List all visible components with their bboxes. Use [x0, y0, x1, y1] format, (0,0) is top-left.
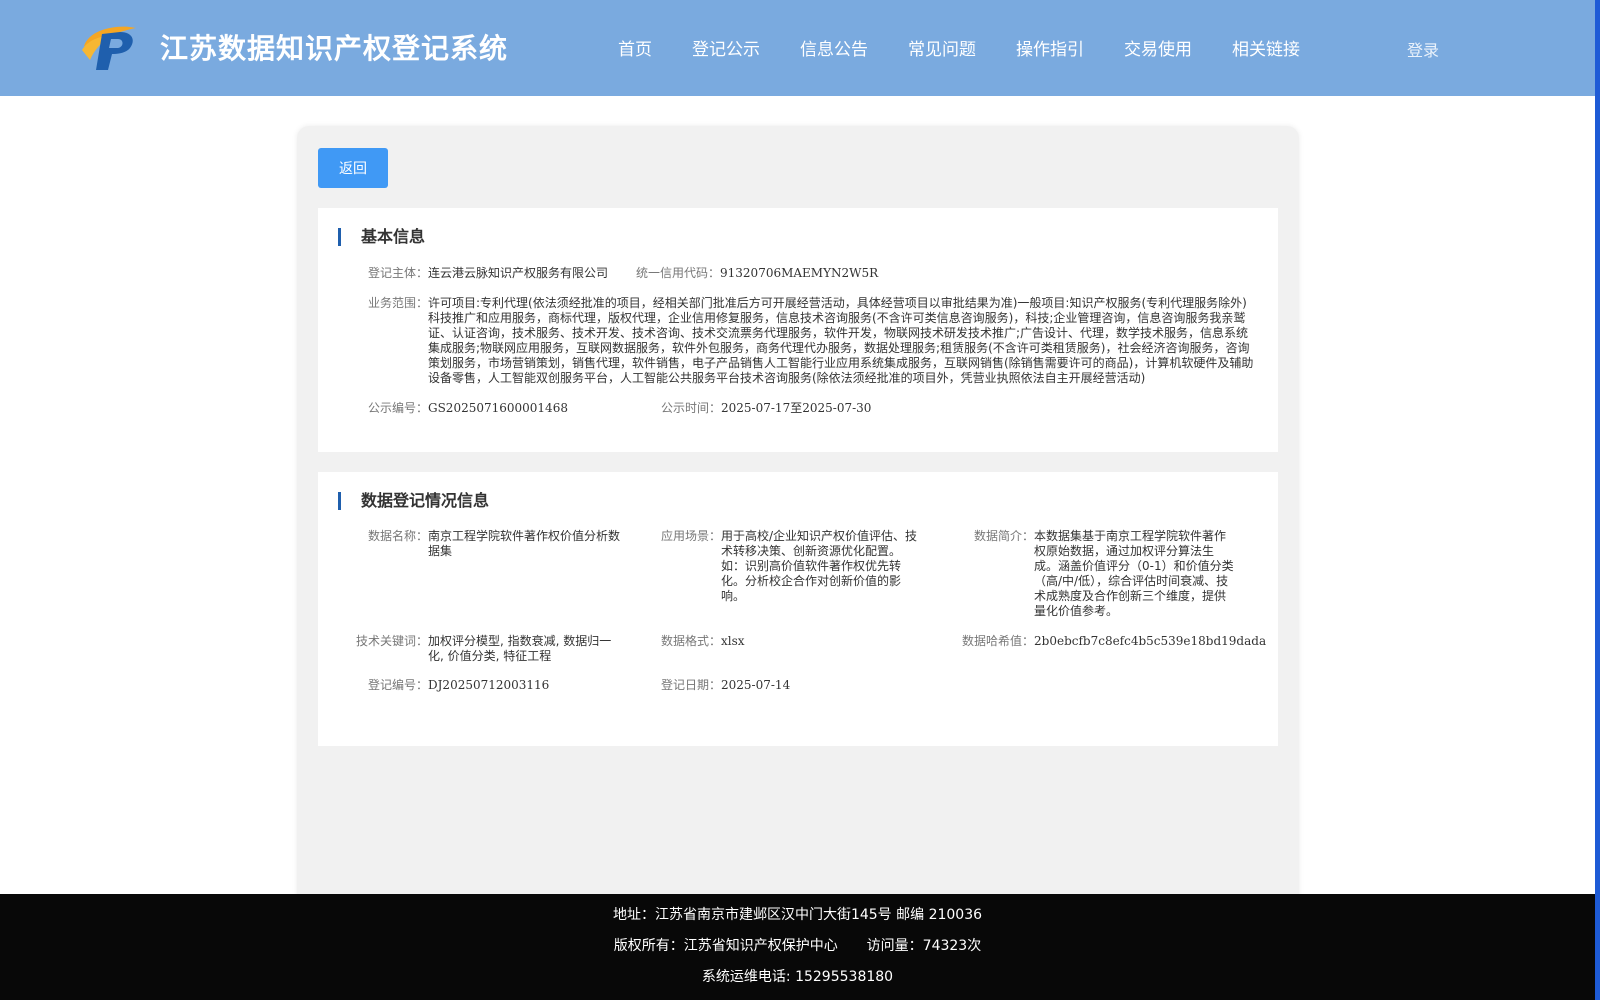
format-field: 数据格式： xlsx: [661, 634, 745, 649]
data-name-label: 数据名称：: [367, 529, 428, 543]
page-scrollbar[interactable]: [1595, 0, 1600, 1000]
reg-no-value: DJ20250712003116: [428, 678, 550, 692]
scene-field: 应用场景： 用于高校/企业知识产权价值评估、技术转移决策、创新资源优化配置。如：…: [661, 529, 919, 604]
notice-time-field: 公示时间： 2025-07-17 至 2025-07-30: [661, 401, 871, 416]
nav-home[interactable]: 首页: [618, 35, 652, 60]
data-info-card: 数据登记情况信息 数据名称： 南京工程学院软件著作权价值分析数据集 应用场景： …: [318, 472, 1278, 746]
main-nav: 首页 登记公示 信息公告 常见问题 操作指引 交易使用 相关链接: [618, 35, 1340, 60]
business-scope-value: 许可项目:专利代理(依法须经批准的项目，经相关部门批准后方可开展经营活动，具体经…: [428, 296, 1254, 385]
reg-no-label: 登记编号：: [367, 678, 428, 692]
nav-related-links[interactable]: 相关链接: [1232, 35, 1300, 60]
footer-copyright: 版权所有：江苏省知识产权保护中心: [613, 938, 838, 954]
subject-field: 登记主体： 连云港云脉知识产权服务有限公司: [348, 266, 608, 281]
notice-time-from: 2025-07-17: [721, 401, 791, 415]
detail-panel: 返回 基本信息 登记主体： 连云港云脉知识产权服务有限公司 统一信用代码： 91…: [297, 126, 1299, 926]
format-value: xlsx: [721, 634, 745, 648]
footer-copyright-line: 版权所有：江苏省知识产权保护中心 访问量：74323次: [0, 935, 1595, 955]
data-name-field: 数据名称： 南京工程学院软件著作权价值分析数据集: [348, 529, 626, 559]
business-scope-label: 业务范围：: [367, 296, 428, 310]
credit-code-value: 91320706MAEMYN2W5R: [720, 266, 879, 280]
keywords-value: 加权评分模型, 指数衰减, 数据归一化, 价值分类, 特征工程: [428, 634, 612, 663]
basic-info-title: 基本信息: [338, 228, 425, 246]
nav-info-announcement[interactable]: 信息公告: [800, 35, 868, 60]
nav-guide[interactable]: 操作指引: [1016, 35, 1084, 60]
notice-time-separator: 至: [790, 401, 803, 415]
site-footer: 地址：江苏省南京市建邺区汉中门大街145号 邮编 210036 版权所有：江苏省…: [0, 894, 1595, 1000]
reg-date-label: 登记日期：: [661, 678, 722, 692]
scene-label: 应用场景：: [661, 529, 722, 543]
intro-label: 数据简介：: [974, 529, 1035, 543]
site-title: 江苏数据知识产权登记系统: [160, 32, 509, 65]
login-link[interactable]: 登录: [1407, 37, 1439, 61]
data-info-title: 数据登记情况信息: [338, 492, 489, 510]
data-name-value: 南京工程学院软件著作权价值分析数据集: [428, 529, 621, 558]
business-scope-field: 业务范围： 许可项目:专利代理(依法须经批准的项目，经相关部门批准后方可开展经营…: [348, 296, 1258, 386]
reg-date-value: 2025-07-14: [721, 678, 791, 692]
reg-date-field: 登记日期： 2025-07-14: [661, 678, 790, 693]
notice-time-to: 2025-07-30: [802, 401, 872, 415]
intro-field: 数据简介： 本数据集基于南京工程学院软件著作权原始数据，通过加权评分算法生成。涵…: [974, 529, 1234, 619]
hash-field: 数据哈希值： 2b0ebcfb7c8efc4b5c539e18bd19dada: [962, 634, 1266, 649]
hash-value: 2b0ebcfb7c8efc4b5c539e18bd19dada: [1034, 634, 1267, 648]
reg-no-field: 登记编号： DJ20250712003116: [348, 678, 549, 693]
keywords-label: 技术关键词：: [355, 634, 428, 648]
notice-time-label: 公示时间：: [661, 401, 722, 415]
nav-registration-notice[interactable]: 登记公示: [692, 35, 760, 60]
credit-code-field: 统一信用代码： 91320706MAEMYN2W5R: [636, 266, 878, 281]
subject-value: 连云港云脉知识产权服务有限公司: [428, 266, 609, 280]
credit-code-label: 统一信用代码：: [636, 266, 721, 280]
footer-hotline: 系统运维电话: 15295538180: [701, 969, 894, 985]
notice-no-label: 公示编号：: [367, 401, 428, 415]
notice-no-value: GS2025071600001468: [428, 401, 568, 415]
nav-trade-use[interactable]: 交易使用: [1124, 35, 1192, 60]
footer-address: 地址：江苏省南京市建邺区汉中门大街145号 邮编 210036: [612, 907, 983, 923]
scene-value: 用于高校/企业知识产权价值评估、技术转移决策、创新资源优化配置。如：识别高价值软…: [721, 529, 918, 603]
site-header: 江苏数据知识产权登记系统 首页 登记公示 信息公告 常见问题 操作指引 交易使用…: [0, 0, 1600, 96]
basic-info-card: 基本信息 登记主体： 连云港云脉知识产权服务有限公司 统一信用代码： 91320…: [318, 208, 1278, 452]
keywords-field: 技术关键词： 加权评分模型, 指数衰减, 数据归一化, 价值分类, 特征工程: [336, 634, 626, 664]
footer-visits: 访问量：74323次: [866, 938, 982, 954]
notice-no-field: 公示编号： GS2025071600001468: [348, 401, 568, 416]
format-label: 数据格式：: [661, 634, 722, 648]
subject-label: 登记主体：: [367, 266, 428, 280]
hash-label: 数据哈希值：: [962, 634, 1035, 648]
nav-faq[interactable]: 常见问题: [908, 35, 976, 60]
intro-value: 本数据集基于南京工程学院软件著作权原始数据，通过加权评分算法生成。涵盖价值评分（…: [1034, 529, 1234, 618]
back-button[interactable]: 返回: [318, 148, 388, 188]
site-logo-icon[interactable]: [80, 20, 140, 72]
